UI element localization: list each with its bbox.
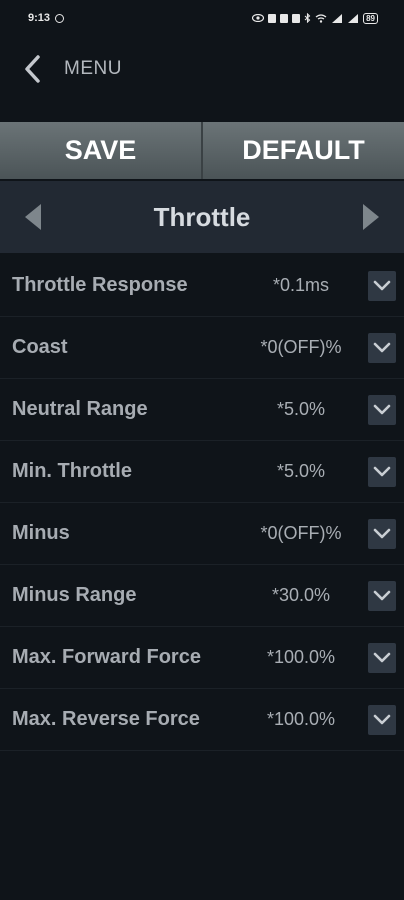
- chevron-down-icon: [373, 590, 391, 601]
- setting-row-minus-range: Minus Range *30.0%: [0, 565, 404, 627]
- chevron-down-icon: [373, 342, 391, 353]
- dropdown-button[interactable]: [368, 704, 396, 735]
- setting-label: Throttle Response: [12, 274, 188, 296]
- setting-row-throttle-response: Throttle Response *0.1ms: [0, 255, 404, 317]
- notification-icon: [292, 13, 301, 23]
- setting-label: Minus: [12, 522, 70, 544]
- triangle-right-icon: [362, 204, 379, 230]
- setting-label: Neutral Range: [12, 398, 148, 420]
- next-category-button[interactable]: [338, 181, 404, 253]
- setting-value[interactable]: *5.0%: [240, 399, 362, 420]
- wifi-icon: [315, 13, 327, 23]
- chevron-left-icon: [25, 55, 40, 83]
- triangle-left-icon: [25, 204, 41, 230]
- notification-icon: [280, 13, 289, 23]
- setting-value[interactable]: *0(OFF)%: [240, 523, 362, 544]
- setting-label: Minus Range: [12, 584, 137, 606]
- previous-category-button[interactable]: [0, 181, 66, 253]
- setting-row-minus: Minus *0(OFF)%: [0, 503, 404, 565]
- setting-label: Min. Throttle: [12, 460, 132, 482]
- dropdown-button[interactable]: [368, 270, 396, 301]
- bluetooth-icon: [304, 13, 311, 23]
- setting-value[interactable]: *30.0%: [240, 585, 362, 606]
- chevron-down-icon: [373, 652, 391, 663]
- setting-row-max-forward-force: Max. Forward Force *100.0%: [0, 627, 404, 689]
- setting-label: Max. Reverse Force: [12, 708, 200, 730]
- dropdown-button[interactable]: [368, 456, 396, 487]
- settings-list: Throttle Response *0.1ms Coast *0(OFF)% …: [0, 255, 404, 751]
- signal-icon: [348, 13, 359, 23]
- setting-label: Max. Forward Force: [12, 646, 201, 668]
- setting-row-coast: Coast *0(OFF)%: [0, 317, 404, 379]
- save-button[interactable]: SAVE: [0, 122, 203, 179]
- chevron-down-icon: [373, 280, 391, 291]
- chevron-down-icon: [373, 404, 391, 415]
- status-icons: 89: [252, 12, 378, 24]
- dropdown-button[interactable]: [368, 580, 396, 611]
- setting-value[interactable]: *100.0%: [240, 709, 362, 730]
- dropdown-button[interactable]: [368, 518, 396, 549]
- status-left: 9:13: [28, 12, 65, 24]
- category-selector: Throttle: [0, 181, 404, 253]
- setting-value[interactable]: *0(OFF)%: [240, 337, 362, 358]
- status-bar: 9:13 89: [0, 0, 404, 36]
- dropdown-button[interactable]: [368, 642, 396, 673]
- media-circle-icon: [55, 13, 65, 23]
- battery-icon: 89: [363, 12, 378, 24]
- status-time: 9:13: [28, 12, 51, 24]
- menu-label[interactable]: MENU: [64, 58, 122, 80]
- setting-value[interactable]: *0.1ms: [240, 275, 362, 296]
- setting-row-neutral-range: Neutral Range *5.0%: [0, 379, 404, 441]
- setting-row-max-reverse-force: Max. Reverse Force *100.0%: [0, 689, 404, 751]
- setting-label: Coast: [12, 336, 68, 358]
- default-button[interactable]: DEFAULT: [203, 122, 404, 179]
- chevron-down-icon: [373, 528, 391, 539]
- dropdown-button[interactable]: [368, 332, 396, 363]
- chevron-down-icon: [373, 466, 391, 477]
- setting-value[interactable]: *5.0%: [240, 461, 362, 482]
- back-button[interactable]: [0, 38, 64, 100]
- chevron-down-icon: [373, 714, 391, 725]
- dropdown-button[interactable]: [368, 394, 396, 425]
- top-bar: MENU: [0, 38, 404, 100]
- setting-value[interactable]: *100.0%: [240, 647, 362, 668]
- eye-icon: [252, 14, 265, 22]
- category-title: Throttle: [153, 201, 251, 232]
- action-bar: SAVE DEFAULT: [0, 122, 404, 179]
- setting-row-min-throttle: Min. Throttle *5.0%: [0, 441, 404, 503]
- signal-icon: [332, 13, 343, 23]
- notification-icon: [268, 13, 277, 23]
